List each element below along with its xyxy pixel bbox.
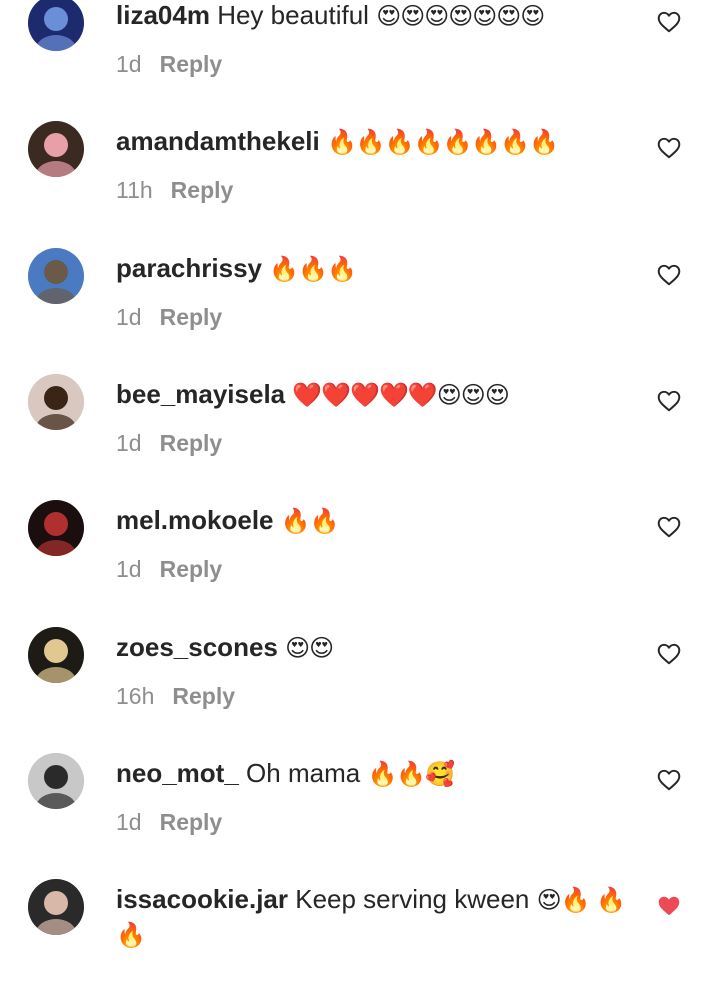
comment-text: neo_mot_ Oh mama 🔥🔥🥰 — [116, 756, 630, 791]
comment-emojis: 😍😍 — [285, 634, 334, 662]
avatar[interactable] — [28, 0, 84, 51]
heart-outline-icon[interactable] — [656, 9, 682, 35]
comment-row: bee_mayisela ❤️❤️❤️❤️❤️😍😍😍 1d Reply — [0, 374, 720, 494]
comment-text: parachrissy 🔥🔥🔥 — [116, 251, 630, 286]
heart-filled-icon[interactable] — [656, 893, 682, 919]
avatar[interactable] — [28, 627, 84, 683]
comment-row: neo_mot_ Oh mama 🔥🔥🥰 1d Reply — [0, 753, 720, 873]
comment-emojis: 🔥🔥🥰 — [367, 760, 455, 788]
reply-button[interactable]: Reply — [160, 430, 223, 456]
comment-username[interactable]: liza04m — [116, 0, 210, 30]
heart-outline-icon[interactable] — [656, 514, 682, 540]
comment-row: issacookie.jar Keep serving kween 😍🔥 🔥🔥 — [0, 879, 720, 999]
comment-text: bee_mayisela ❤️❤️❤️❤️❤️😍😍😍 — [116, 377, 630, 412]
comment-text: liza04m Hey beautiful 😍😍😍😍😍😍😍 — [116, 0, 630, 33]
avatar[interactable] — [28, 248, 84, 304]
heart-outline-icon[interactable] — [656, 388, 682, 414]
reply-button[interactable]: Reply — [160, 809, 223, 835]
comment-body: Oh mama — [246, 758, 361, 788]
comment-timestamp: 1d — [116, 430, 142, 456]
avatar[interactable] — [28, 753, 84, 809]
comment-username[interactable]: parachrissy — [116, 253, 262, 283]
comment-body: Hey beautiful — [217, 0, 369, 30]
reply-button[interactable]: Reply — [160, 51, 223, 77]
comment-text: zoes_scones 😍😍 — [116, 630, 630, 665]
comment-meta: 1d Reply — [116, 556, 222, 583]
reply-button[interactable]: Reply — [160, 556, 223, 582]
comment-meta: 16h Reply — [116, 683, 235, 710]
comment-timestamp: 11h — [116, 177, 153, 203]
comment-username[interactable]: bee_mayisela — [116, 379, 285, 409]
comment-text: amandamthekeli 🔥🔥🔥🔥🔥🔥🔥🔥 — [116, 124, 630, 159]
comment-meta: 1d Reply — [116, 430, 222, 457]
comment-timestamp: 16h — [116, 683, 155, 709]
comment-emojis: ❤️❤️❤️❤️❤️😍😍😍 — [292, 381, 509, 409]
comment-timestamp: 1d — [116, 304, 142, 330]
avatar[interactable] — [28, 374, 84, 430]
comment-emojis: 🔥🔥 — [280, 507, 340, 535]
comment-timestamp: 1d — [116, 809, 142, 835]
comment-row: parachrissy 🔥🔥🔥 1d Reply — [0, 248, 720, 368]
comment-text: mel.mokoele 🔥🔥 — [116, 503, 630, 538]
comment-body: Keep serving kween — [295, 884, 530, 914]
heart-outline-icon[interactable] — [656, 641, 682, 667]
heart-outline-icon[interactable] — [656, 135, 682, 161]
comment-meta: 1d Reply — [116, 809, 222, 836]
comment-username[interactable]: amandamthekeli — [116, 126, 320, 156]
reply-button[interactable]: Reply — [160, 304, 223, 330]
comment-timestamp: 1d — [116, 51, 142, 77]
avatar[interactable] — [28, 500, 84, 556]
comment-meta: 1d Reply — [116, 51, 222, 78]
comment-row: mel.mokoele 🔥🔥 1d Reply — [0, 500, 720, 620]
comment-username[interactable]: zoes_scones — [116, 632, 278, 662]
avatar[interactable] — [28, 121, 84, 177]
avatar[interactable] — [28, 879, 84, 935]
reply-button[interactable]: Reply — [171, 177, 234, 203]
comment-emojis: 🔥🔥🔥 — [269, 255, 357, 283]
heart-outline-icon[interactable] — [656, 262, 682, 288]
comment-emojis: 😍😍😍😍😍😍😍 — [376, 2, 545, 30]
comment-username[interactable]: mel.mokoele — [116, 505, 274, 535]
comment-meta: 1d Reply — [116, 304, 222, 331]
comment-username[interactable]: issacookie.jar — [116, 884, 288, 914]
comment-row: amandamthekeli 🔥🔥🔥🔥🔥🔥🔥🔥 11h Reply — [0, 121, 720, 241]
heart-outline-icon[interactable] — [656, 767, 682, 793]
comment-text: issacookie.jar Keep serving kween 😍🔥 🔥🔥 — [116, 882, 630, 952]
comment-timestamp: 1d — [116, 556, 142, 582]
comment-meta: 11h Reply — [116, 177, 233, 204]
comment-row: zoes_scones 😍😍 16h Reply — [0, 627, 720, 747]
reply-button[interactable]: Reply — [172, 683, 235, 709]
comment-username[interactable]: neo_mot_ — [116, 758, 239, 788]
comment-emojis: 🔥🔥🔥🔥🔥🔥🔥🔥 — [326, 128, 559, 156]
comment-row: liza04m Hey beautiful 😍😍😍😍😍😍😍 1d Reply — [0, 0, 720, 115]
